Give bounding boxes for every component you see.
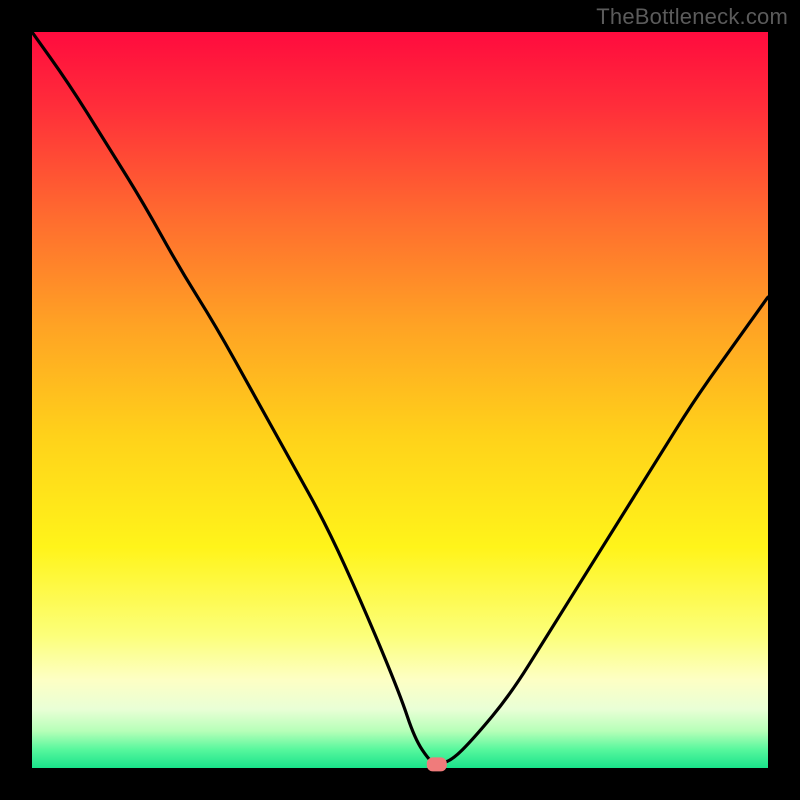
chart-frame: TheBottleneck.com bbox=[0, 0, 800, 800]
watermark-text: TheBottleneck.com bbox=[596, 4, 788, 30]
optimal-marker bbox=[427, 757, 447, 771]
bottleneck-chart bbox=[0, 0, 800, 800]
plot-background bbox=[32, 32, 768, 768]
